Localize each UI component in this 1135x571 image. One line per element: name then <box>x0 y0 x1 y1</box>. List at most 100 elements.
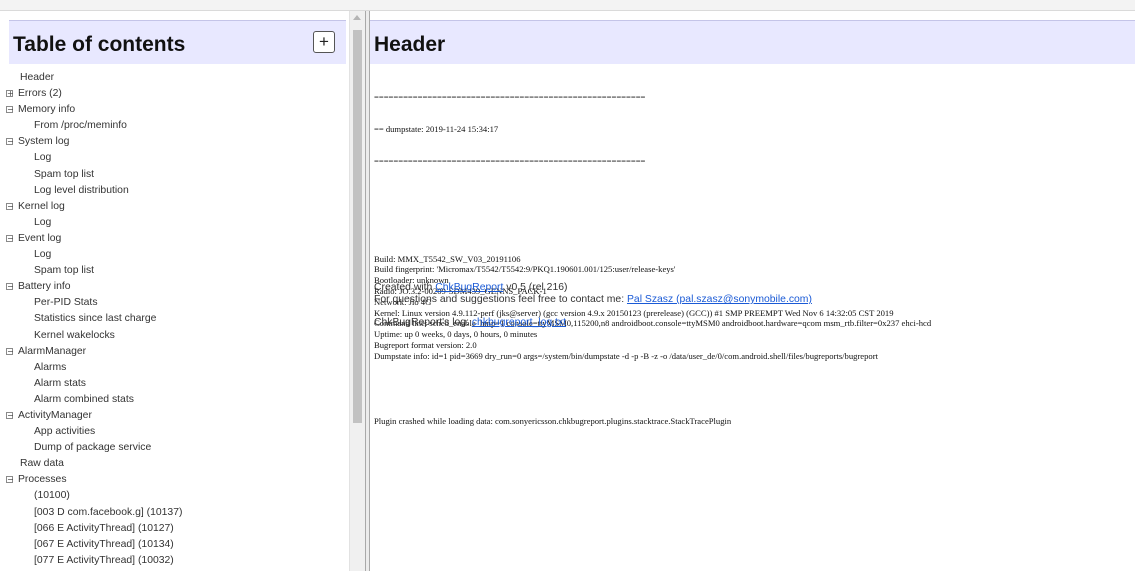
collapse-icon[interactable]: − <box>6 106 14 114</box>
collapse-icon[interactable]: − <box>6 234 14 242</box>
collapse-icon[interactable]: − <box>6 283 14 291</box>
toc-item[interactable]: − ActivityManager <box>0 408 348 424</box>
build-info-line: Uptime: up 0 weeks, 0 days, 0 hours, 0 m… <box>374 329 538 340</box>
toc-item[interactable]: [067 E ActivityThread] (10134) <box>0 537 348 553</box>
plugin-crash-message: Plugin crashed while loading data: com.s… <box>374 415 732 426</box>
toc-item[interactable]: − Event log <box>0 231 348 247</box>
toc-item[interactable]: Log <box>0 215 348 231</box>
toc-item[interactable]: − System log <box>0 134 348 150</box>
toc-item-label: ActivityManager <box>18 409 92 421</box>
toc-item-label: Alarm stats <box>34 377 86 389</box>
toc-item-label: Per-PID Stats <box>34 297 98 309</box>
toc-item[interactable]: − AlarmManager <box>0 344 348 360</box>
toc-item-label: Spam top list <box>34 168 95 180</box>
toc-item-label: Log level distribution <box>34 184 129 196</box>
toc-item-label: [003 D com.facebook.g] (10137) <box>34 506 183 518</box>
toc-item-label: Memory info <box>18 104 76 116</box>
toc-item-label: App activities <box>34 426 96 438</box>
collapse-icon[interactable]: − <box>6 411 14 419</box>
build-info-line: Bugreport format version: 2.0 <box>374 339 477 350</box>
toc-item[interactable]: − Battery info <box>0 279 348 295</box>
toc-item-label: [066 E ActivityThread] (10127) <box>34 522 174 534</box>
contact-line: For questions and suggestions feel free … <box>374 294 812 305</box>
toc-header: Table of contents + <box>9 20 346 64</box>
toc-item[interactable]: Dump of package service <box>0 440 348 456</box>
dumpstate-block: ========================================… <box>374 70 931 448</box>
toc-item-label: Kernel wakelocks <box>34 329 115 341</box>
content-header: Header <box>370 20 1135 64</box>
toc-item-label: Dump of package service <box>34 442 152 454</box>
toc-item-label: Kernel log <box>18 200 65 212</box>
content-pane: Header =================================… <box>370 11 1135 571</box>
dumpstate-timestamp: == dumpstate: 2019-11-24 15:34:17 <box>374 123 499 134</box>
toc-item[interactable]: Log <box>0 247 348 263</box>
toc-item[interactable]: Log <box>0 150 348 166</box>
toc-item[interactable]: − Memory info <box>0 102 348 118</box>
toc-item-label: Processes <box>18 474 67 486</box>
toc-item-label: [077 E ActivityThread] (10032) <box>34 554 174 566</box>
collapse-icon[interactable]: − <box>6 202 14 210</box>
toc-item[interactable]: Spam top list <box>0 263 348 279</box>
page-title: Header <box>374 33 446 56</box>
toc-item[interactable]: Alarm stats <box>0 376 348 392</box>
build-info-line: Build fingerprint: 'Micromax/T5542/T5542… <box>374 264 676 275</box>
toc-item-label: Header <box>20 72 55 83</box>
toc-item-label: [067 E ActivityThread] (10134) <box>34 538 174 550</box>
toc-item[interactable]: From /proc/meminfo <box>0 118 348 134</box>
expand-icon[interactable]: + <box>6 90 14 98</box>
created-with-line: Created with ChkBugReport v0.5 (rel 216) <box>374 282 568 293</box>
contact-email-link[interactable]: Pal Szasz (pal.szasz@sonymobile.com) <box>627 294 812 305</box>
toc-item[interactable]: − Kernel log <box>0 199 348 215</box>
toc-item-label: Errors (2) <box>18 88 62 100</box>
toc-item[interactable]: + Errors (2) <box>0 86 348 102</box>
toc-item-label: Statistics since last charge <box>34 313 157 325</box>
build-info: Build: MMX_T5542_SW_V03_20191106 Build fi… <box>374 254 931 362</box>
top-border <box>0 0 1135 11</box>
separator-line: ========================================… <box>374 91 646 102</box>
toc-item[interactable]: [066 E ActivityThread] (10127) <box>0 521 348 537</box>
toc-item[interactable]: Log level distribution <box>0 183 348 199</box>
toc-title: Table of contents <box>13 33 186 56</box>
toc-item-label: Log <box>34 216 52 228</box>
build-info-line: Build: MMX_T5542_SW_V03_20191106 <box>374 253 521 264</box>
toc-item-label: Spam top list <box>34 265 95 277</box>
toc-item[interactable]: Statistics since last charge <box>0 311 348 327</box>
toc-tree: Header + Errors (2) − Memory info From /proc/… <box>0 70 348 569</box>
log-file-link[interactable]: chkbugreport_log.txt <box>472 317 566 328</box>
toc-item[interactable]: (10100) <box>0 488 348 504</box>
toc-item[interactable]: [003 D com.facebook.g] (10137) <box>0 505 348 521</box>
toc-pane: Table of contents + Header + Errors (2) − Me… <box>0 11 348 571</box>
toc-item-label: From /proc/meminfo <box>34 120 127 132</box>
scroll-up-arrow-icon[interactable] <box>353 15 361 20</box>
toc-item[interactable]: Alarm combined stats <box>0 392 348 408</box>
collapse-icon[interactable]: − <box>6 476 14 484</box>
expand-all-button[interactable]: + <box>313 31 335 53</box>
toc-item[interactable]: Per-PID Stats <box>0 295 348 311</box>
toc-item[interactable]: Spam top list <box>0 167 348 183</box>
toc-item-label: Log <box>34 249 52 261</box>
toc-item[interactable]: Alarms <box>0 360 348 376</box>
toc-item-label: Alarms <box>34 361 67 373</box>
collapse-icon[interactable]: − <box>6 347 14 355</box>
toc-item[interactable]: Kernel wakelocks <box>0 328 348 344</box>
toc-item-label: Raw data <box>20 458 64 470</box>
scrollbar-thumb[interactable] <box>353 30 362 423</box>
separator-line: ========================================… <box>374 156 646 167</box>
toc-item-label: Log <box>34 152 52 164</box>
chkbugreport-link[interactable]: ChkBugReport <box>435 282 503 293</box>
log-line: ChkBugReport's log: chkbugreport_log.txt <box>374 317 567 328</box>
toc-item[interactable]: App activities <box>0 424 348 440</box>
toc-item-label: Event log <box>18 232 62 244</box>
toc-item-label: Alarm combined stats <box>34 393 134 405</box>
toc-item[interactable]: Header <box>0 70 348 86</box>
toc-item-label: AlarmManager <box>18 345 87 357</box>
toc-scrollbar[interactable] <box>349 11 365 571</box>
toc-item-label: System log <box>18 136 70 148</box>
toc-item[interactable]: − Processes <box>0 472 348 488</box>
toc-item-label: (10100) <box>34 490 70 502</box>
toc-item[interactable]: Raw data <box>0 456 348 472</box>
toc-item[interactable]: [077 E ActivityThread] (10032) <box>0 553 348 569</box>
collapse-icon[interactable]: − <box>6 138 14 146</box>
toc-item-label: Battery info <box>18 281 71 293</box>
build-info-line: Dumpstate info: id=1 pid=3669 dry_run=0 … <box>374 350 878 361</box>
